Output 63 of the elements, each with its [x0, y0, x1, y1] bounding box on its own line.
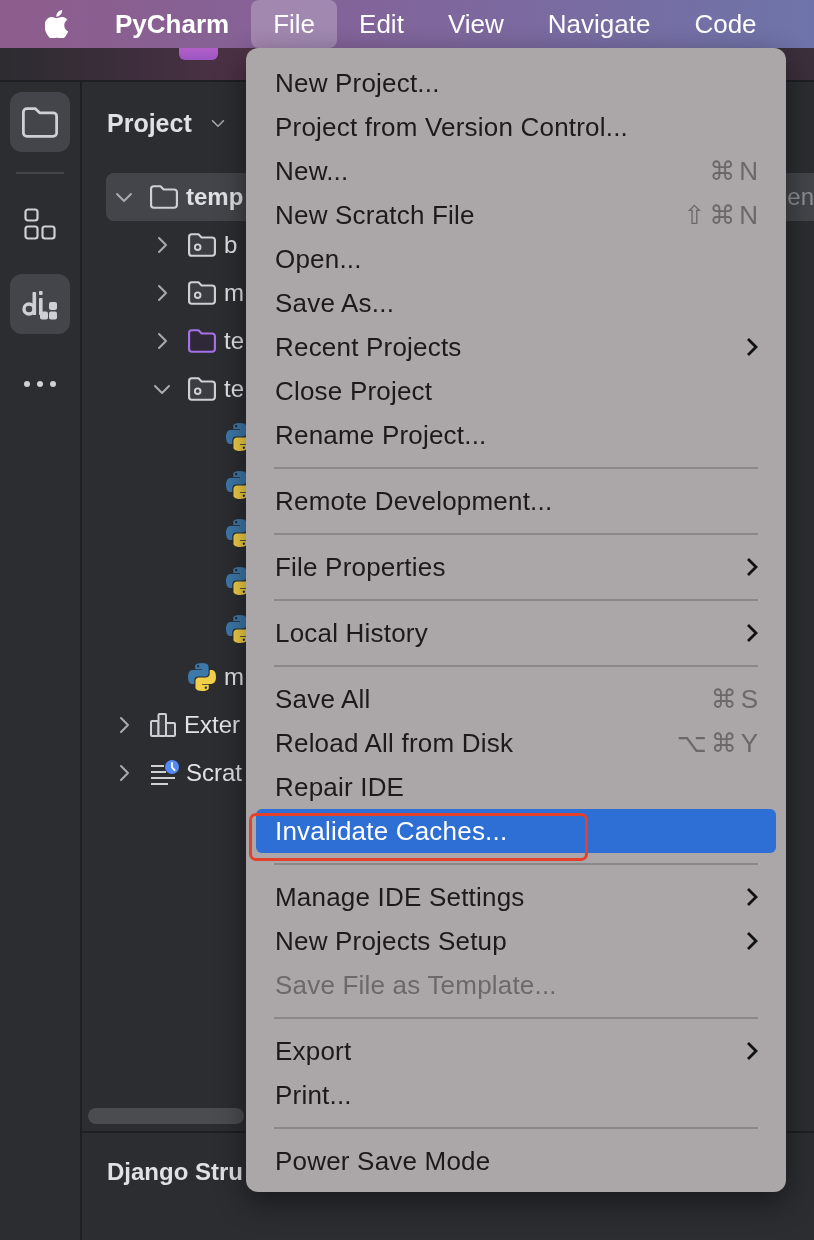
menu-item[interactable]: Print...	[256, 1073, 776, 1117]
python-file-icon	[226, 471, 246, 499]
menu-item[interactable]: Recent Projects	[256, 325, 776, 369]
module-folder-icon	[188, 233, 216, 257]
menu-item[interactable]: New... ⌘N	[256, 149, 776, 193]
keyboard-shortcut: ⌥⌘Y	[676, 727, 762, 759]
tree-item[interactable]: temp	[106, 173, 248, 221]
menu-item[interactable]: New Project...	[256, 61, 776, 105]
project-badge	[179, 48, 218, 60]
menu-item[interactable]: Open...	[256, 237, 776, 281]
menu-item[interactable]: Local History	[256, 611, 776, 655]
django-tool-button[interactable]	[10, 274, 70, 334]
keyboard-shortcut: ⇧⌘N	[683, 199, 762, 231]
menu-item[interactable]: Power Save Mode	[256, 1139, 776, 1183]
menu-item[interactable]: New Projects Setup	[256, 919, 776, 963]
menu-item[interactable]: Invalidate Caches...	[256, 809, 776, 853]
python-file-icon	[188, 663, 216, 691]
python-file-icon	[226, 615, 246, 643]
folder-icon	[188, 329, 216, 353]
chevron-down-icon	[210, 118, 225, 128]
keyboard-shortcut: ⌘N	[709, 155, 762, 187]
menu-item[interactable]: Remote Development...	[256, 479, 776, 523]
menu-item[interactable]: Rename Project...	[256, 413, 776, 457]
menu-bar-item[interactable]: View	[425, 0, 526, 48]
more-icon	[24, 381, 56, 387]
module-folder-icon	[188, 377, 216, 401]
menu-item[interactable]: Manage IDE Settings	[256, 875, 776, 919]
tree-item[interactable]: m	[106, 653, 248, 701]
menu-item[interactable]: Reload All from Disk ⌥⌘Y	[256, 721, 776, 765]
django-icon	[22, 288, 58, 320]
menu-item[interactable]: Export	[256, 1029, 776, 1073]
menu-item[interactable]: Close Project	[256, 369, 776, 413]
panel-title: Django Stru	[107, 1158, 243, 1185]
menu-item[interactable]: File Properties	[256, 545, 776, 589]
project-tool-button[interactable]	[10, 92, 70, 152]
python-file-icon	[226, 423, 246, 451]
menu-bar-item[interactable]: Edit	[337, 0, 426, 48]
folder-icon	[22, 106, 58, 138]
library-icon	[150, 713, 176, 737]
folder-icon	[150, 185, 178, 209]
python-file-icon	[226, 567, 246, 595]
view-selector[interactable]: Project	[107, 108, 225, 138]
tree-item[interactable]: b	[106, 221, 242, 269]
tree-item[interactable]: Exter	[106, 701, 244, 749]
tree-item[interactable]: m	[106, 269, 248, 317]
menu-item[interactable]: Save As...	[256, 281, 776, 325]
python-file-icon	[226, 519, 246, 547]
module-folder-icon	[188, 281, 216, 305]
menu-item[interactable]: Repair IDE	[256, 765, 776, 809]
menu-bar-item[interactable]: Navigate	[525, 0, 673, 48]
tree-item[interactable]: te	[106, 317, 248, 365]
tree-item[interactable]: Scrat	[106, 749, 246, 797]
app-menu[interactable]: PyCharm	[93, 0, 252, 48]
scratches-icon	[150, 759, 180, 787]
keyboard-shortcut: ⌘S	[710, 683, 762, 715]
apple-logo-icon[interactable]	[45, 10, 68, 38]
tree-item[interactable]: te	[106, 365, 248, 413]
horizontal-scrollbar[interactable]	[88, 1108, 244, 1124]
menu-item[interactable]: New Scratch File ⇧⌘N	[256, 193, 776, 237]
menu-item[interactable]: Project from Version Control...	[256, 105, 776, 149]
menu-bar-item[interactable]: Code	[672, 0, 779, 48]
menu-item[interactable]: Save All ⌘S	[256, 677, 776, 721]
structure-icon	[24, 208, 56, 240]
